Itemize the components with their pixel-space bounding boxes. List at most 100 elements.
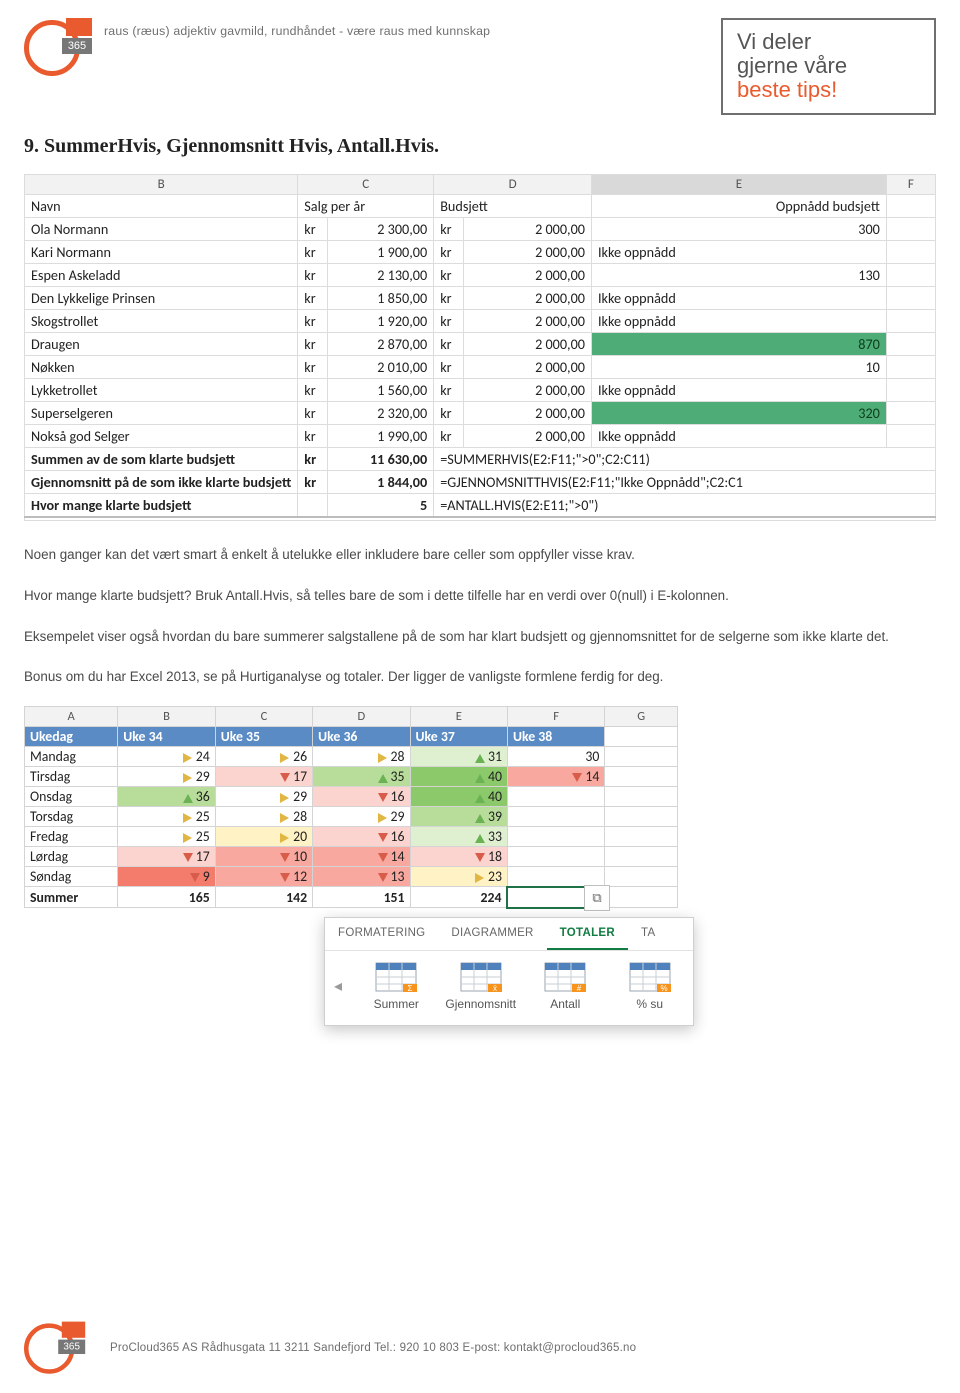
table-row: Lykketrolletkr1 560,00kr2 000,00Ikke opp…: [25, 378, 936, 401]
cell-value: 18: [410, 847, 507, 867]
quick-analysis-body: ◂ ΣSummerx̄Gjennomsnitt#Antall%% su: [325, 951, 693, 1025]
cell-blank: [605, 767, 678, 787]
sum-label: Hvor mange klarte budsjett: [25, 493, 298, 517]
cell-value: 20: [215, 827, 312, 847]
cell-budsjett: 2 000,00: [463, 332, 591, 355]
hdr-uke34: Uke 34: [118, 727, 215, 747]
table-row: Tirsdag2917354014: [25, 767, 678, 787]
hdr-budsjett: Budsjett: [434, 194, 592, 217]
paragraph-1: Noen ganger kan det vært smart å enkelt …: [24, 543, 936, 568]
qa-item-gjennomsnitt[interactable]: x̄Gjennomsnitt: [444, 961, 519, 1011]
sum-value: 11 630,00: [327, 447, 433, 470]
cell-day: Fredag: [25, 827, 118, 847]
qa-item-summer[interactable]: ΣSummer: [359, 961, 434, 1011]
arrow-up-icon: [183, 793, 193, 803]
arrow-up-icon: [475, 773, 485, 783]
cell-salg: 2 300,00: [327, 217, 433, 240]
logo-square-icon: [62, 1322, 85, 1338]
qa-tab-formatering[interactable]: FORMATERING: [325, 918, 438, 950]
arrow-up-icon: [475, 753, 485, 763]
tip-line-3: beste tips!: [737, 78, 918, 102]
logo-365-badge: 365: [62, 38, 92, 54]
cell-name: Lykketrollet: [25, 378, 298, 401]
qa-tab-ta[interactable]: TA: [628, 918, 668, 950]
cell-kr: kr: [434, 332, 464, 355]
cell-value: 25: [118, 807, 215, 827]
col-e2: E: [410, 707, 507, 727]
hdr-blank2: [605, 727, 678, 747]
arrow-rt-icon: [378, 753, 388, 763]
table-row: Superselgerenkr2 320,00kr2 000,00320: [25, 401, 936, 424]
cell-budsjett: 2 000,00: [463, 263, 591, 286]
cell-salg: 2 870,00: [327, 332, 433, 355]
qa-item-antall[interactable]: #Antall: [528, 961, 603, 1011]
column-letters-row-2: A B C D E F G: [25, 707, 678, 727]
cell-salg: 2 130,00: [327, 263, 433, 286]
cell-value: 14: [313, 847, 410, 867]
cell-salg: 1 900,00: [327, 240, 433, 263]
arrow-dn-icon: [378, 853, 388, 863]
qa-tab-diagrammer[interactable]: DIAGRAMMER: [438, 918, 546, 950]
cell-value: 30: [507, 747, 604, 767]
cell-kr: kr: [298, 240, 328, 263]
col-g2: G: [605, 707, 678, 727]
cell-value: 16: [313, 787, 410, 807]
arrow-dn-icon: [378, 793, 388, 803]
table-row: Kari Normannkr1 900,00kr2 000,00Ikke opp…: [25, 240, 936, 263]
cell-budsjett: 2 000,00: [463, 286, 591, 309]
sum-1: 142: [215, 887, 312, 908]
tip-line-1: Vi deler: [737, 30, 918, 54]
table-row: Den Lykkelige Prinsenkr1 850,00kr2 000,0…: [25, 286, 936, 309]
cell-day: Søndag: [25, 867, 118, 887]
cell-value: 16: [313, 827, 410, 847]
arrow-rt-icon: [280, 833, 290, 843]
cell-value: 23: [410, 867, 507, 887]
table-row: Torsdag25282939: [25, 807, 678, 827]
cell-blank: [886, 378, 935, 401]
table-row: Onsdag36291640: [25, 787, 678, 807]
cell-oppnadd: 300: [591, 217, 886, 240]
cell-name: Superselgeren: [25, 401, 298, 424]
qa-tab-totaler[interactable]: TOTALER: [547, 918, 628, 950]
page-footer: 365 ProCloud365 AS Rådhusgata 11 3211 Sa…: [24, 1315, 936, 1381]
table-row: Søndag9121323: [25, 867, 678, 887]
cell-oppnadd: Ikke oppnådd: [591, 240, 886, 263]
cell-blank: [605, 787, 678, 807]
cell-salg: 2 010,00: [327, 355, 433, 378]
paragraph-4: Bonus om du har Excel 2013, se på Hurtig…: [24, 665, 936, 690]
table-row: Ola Normannkr2 300,00kr2 000,00300: [25, 217, 936, 240]
column-letters-row: B C D E F: [25, 174, 936, 194]
grid-icon: Σ: [374, 961, 418, 993]
arrow-up-icon: [475, 813, 485, 823]
arrow-dn-icon: [572, 773, 582, 783]
quick-analysis-icon[interactable]: ⧉: [584, 885, 610, 911]
cell-blank: [886, 240, 935, 263]
cell-value: 29: [215, 787, 312, 807]
cell-oppnadd: 10: [591, 355, 886, 378]
cell-kr: kr: [434, 286, 464, 309]
svg-text:x̄: x̄: [493, 984, 497, 993]
hdr-blank: [886, 194, 935, 217]
prev-arrow-icon[interactable]: ◂: [331, 976, 345, 996]
table-row: Espen Askeladdkr2 130,00kr2 000,00130: [25, 263, 936, 286]
cell-salg: 1 990,00: [327, 424, 433, 447]
cell-value: 24: [118, 747, 215, 767]
cell-kr: kr: [298, 309, 328, 332]
col-b: B: [25, 174, 298, 194]
cell-value: 26: [215, 747, 312, 767]
cell-kr: kr: [298, 447, 328, 470]
sum-value: 5: [327, 493, 433, 517]
cell-value: 33: [410, 827, 507, 847]
table-row: Fredag25201633: [25, 827, 678, 847]
tip-line-2: gjerne våre: [737, 54, 918, 78]
sum-3: 224: [410, 887, 507, 908]
logo-square-icon: [66, 18, 92, 36]
arrow-dn-icon: [183, 853, 193, 863]
cell-value: 29: [118, 767, 215, 787]
header-row-2: Ukedag Uke 34 Uke 35 Uke 36 Uke 37 Uke 3…: [25, 727, 678, 747]
qa-item-% su[interactable]: %% su: [613, 961, 688, 1011]
arrow-rt-icon: [183, 753, 193, 763]
table-row: Skogstrolletkr1 920,00kr2 000,00Ikke opp…: [25, 309, 936, 332]
footer-logo: 365: [24, 1322, 85, 1381]
cell-value: [507, 787, 604, 807]
